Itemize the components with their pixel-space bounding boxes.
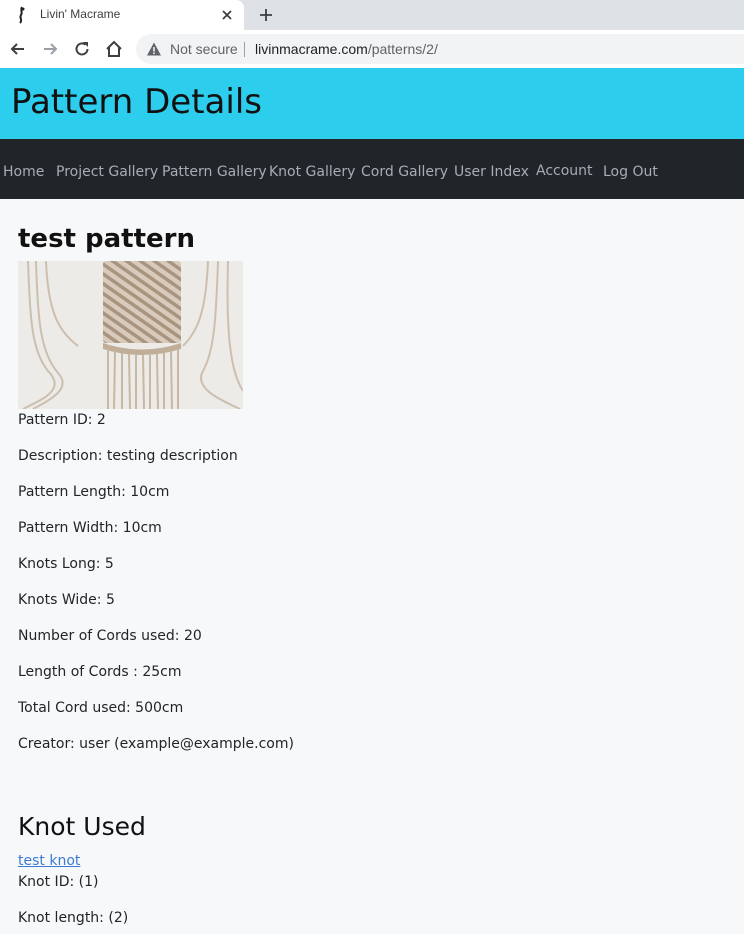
pattern-name: test pattern <box>18 224 195 254</box>
close-icon[interactable] <box>219 7 235 23</box>
knots-wide: Knots Wide: 5 <box>18 592 115 608</box>
url-path: /patterns/2/ <box>367 41 438 57</box>
knot-used-heading: Knot Used <box>18 812 146 841</box>
browser-toolbar: Not secure livinmacrame.com/patterns/2/ <box>0 30 744 69</box>
nav-cord-gallery[interactable]: Cord Gallery <box>361 164 448 180</box>
back-arrow-icon[interactable] <box>8 39 28 59</box>
page-title: Pattern Details <box>11 82 262 122</box>
nav-home[interactable]: Home <box>3 164 44 180</box>
main-navbar: Home Project Gallery Pattern Gallery Kno… <box>0 139 744 199</box>
pattern-id: Pattern ID: 2 <box>18 412 106 428</box>
home-icon[interactable] <box>104 39 124 59</box>
pattern-length: Pattern Length: 10cm <box>18 484 170 500</box>
nav-account[interactable]: Account <box>536 163 593 179</box>
knot-id: Knot ID: (1) <box>18 874 99 890</box>
address-bar[interactable]: Not secure livinmacrame.com/patterns/2/ <box>136 34 744 64</box>
knot-link[interactable]: test knot <box>18 853 80 869</box>
nav-pattern-gallery[interactable]: Pattern Gallery <box>162 164 267 180</box>
reload-icon[interactable] <box>72 39 92 59</box>
pattern-creator: Creator: user (example@example.com) <box>18 736 294 752</box>
length-of-cords: Length of Cords : 25cm <box>18 664 182 680</box>
macrame-favicon-icon <box>19 6 25 24</box>
nav-knot-gallery[interactable]: Knot Gallery <box>269 164 355 180</box>
warning-icon[interactable] <box>146 41 162 57</box>
pattern-width: Pattern Width: 10cm <box>18 520 162 536</box>
browser-tabstrip: Livin' Macrame <box>0 0 744 30</box>
address-separator <box>244 42 245 57</box>
knots-long: Knots Long: 5 <box>18 556 114 572</box>
pattern-description: Description: testing description <box>18 448 238 464</box>
total-cord-used: Total Cord used: 500cm <box>18 700 184 716</box>
site-header: Pattern Details <box>0 68 744 139</box>
number-of-cords: Number of Cords used: 20 <box>18 628 202 644</box>
url-host: livinmacrame.com <box>255 41 368 57</box>
forward-arrow-icon[interactable] <box>40 39 60 59</box>
knot-length: Knot length: (2) <box>18 910 129 926</box>
url-text: livinmacrame.com/patterns/2/ <box>255 41 438 57</box>
tab-title: Livin' Macrame <box>40 7 121 21</box>
new-tab-plus-icon[interactable] <box>257 6 275 24</box>
pattern-photo <box>18 261 243 409</box>
nav-project-gallery[interactable]: Project Gallery <box>56 164 158 180</box>
browser-tab[interactable]: Livin' Macrame <box>0 0 244 30</box>
nav-log-out[interactable]: Log Out <box>603 164 658 180</box>
security-status: Not secure <box>170 41 238 57</box>
nav-user-index[interactable]: User Index <box>454 164 529 180</box>
